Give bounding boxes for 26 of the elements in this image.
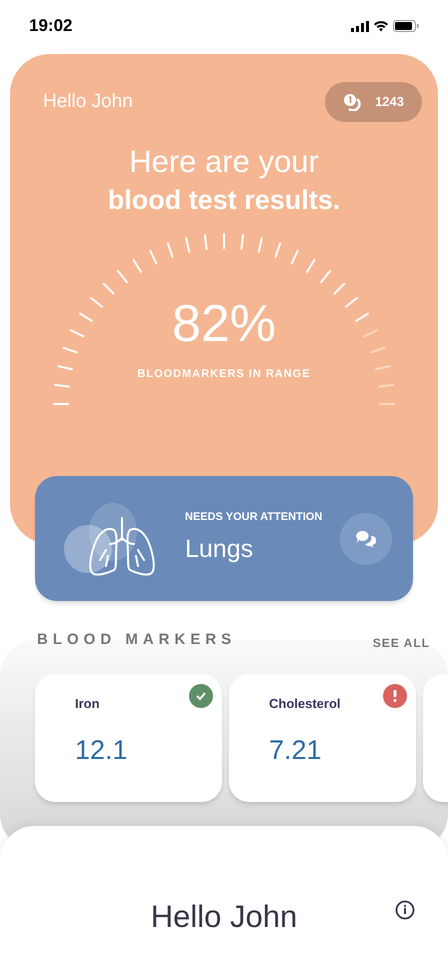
battery-icon [393, 20, 419, 32]
status-time: 19:02 [29, 15, 72, 38]
sheet-title: Hello John [150, 898, 298, 936]
wifi-icon [373, 20, 389, 32]
headline-bold: blood test results. [106, 184, 342, 217]
info-icon[interactable] [395, 900, 415, 920]
gauge-caption: BLOODMARKERS IN RANGE [137, 367, 311, 382]
signal-icon [351, 20, 369, 32]
attention-card[interactable]: NEEDS YOUR ATTENTION Lungs [35, 476, 413, 601]
chat-button[interactable] [340, 512, 392, 564]
marker-card[interactable]: Cholesterol 7.21 [229, 674, 416, 802]
points-badge[interactable]: 1243 [325, 82, 422, 122]
marker-value: 7.21 [269, 734, 323, 766]
marker-value: 12.1 [75, 734, 129, 766]
greeting: Hello John [43, 90, 133, 114]
marker-name: Iron [75, 695, 101, 713]
coins-icon [343, 93, 362, 111]
marker-name: Cholesterol [269, 695, 342, 713]
organ-name: Lungs [185, 534, 254, 565]
see-all-link[interactable]: SEE ALL [372, 634, 430, 652]
attention-label: NEEDS YOUR ATTENTION [185, 510, 324, 524]
chat-icon [356, 530, 376, 548]
marker-card[interactable]: Iron 12.1 [35, 674, 222, 802]
headline: Here are your [128, 143, 320, 181]
gauge-value: 82% [172, 294, 276, 354]
section-title: BLOOD MARKERS [37, 630, 236, 650]
